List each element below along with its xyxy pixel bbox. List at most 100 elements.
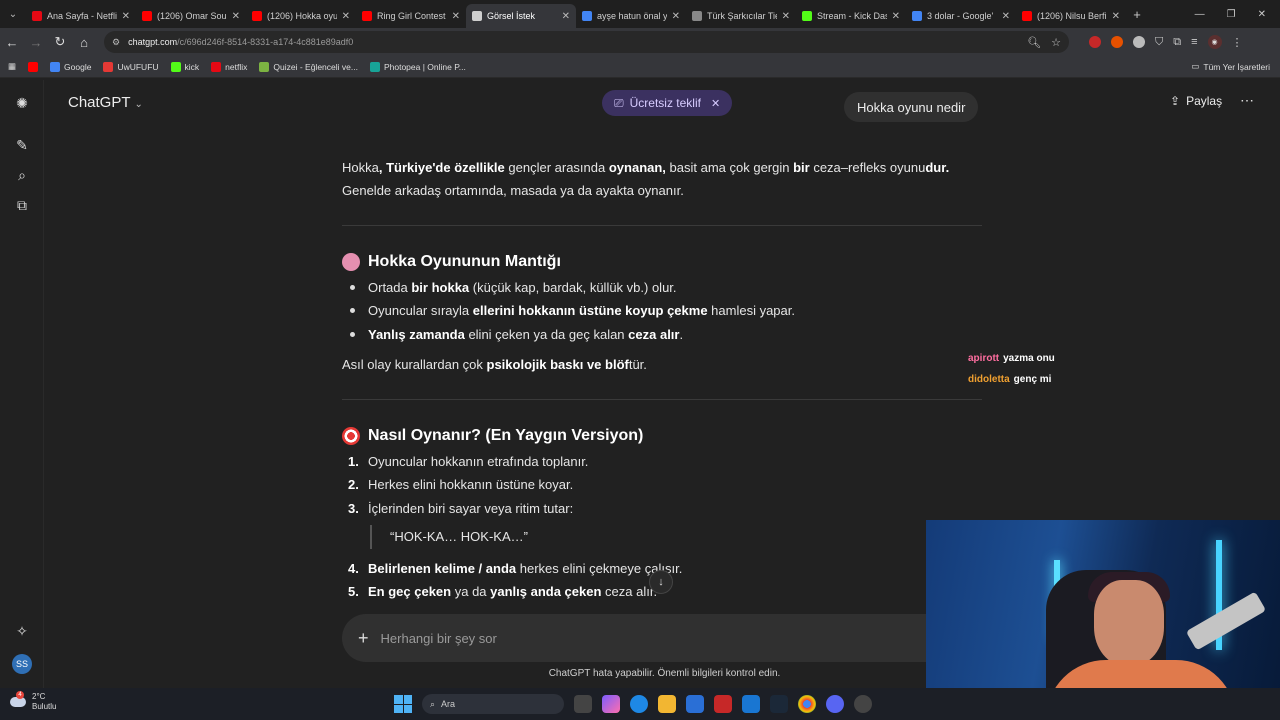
store-icon[interactable]: [686, 695, 704, 713]
bold-text: bir: [789, 160, 814, 175]
bold-text: ellerini hokkanın üstüne koyup çekme: [472, 303, 708, 318]
profile-avatar[interactable]: ◉: [1207, 35, 1222, 49]
address-bar[interactable]: ⚙ chatgpt.com/c/696d246f-8514-8331-a174-…: [104, 31, 1069, 53]
tab-close-icon[interactable]: ✕: [342, 11, 350, 22]
chevron-down-icon: ⌄: [134, 99, 143, 110]
browser-tab[interactable]: (1206) Hokka oyu ✕: [246, 4, 356, 28]
browser-tab[interactable]: Ring Girl Contest ✕: [356, 4, 466, 28]
library-icon[interactable]: ⧉: [13, 196, 31, 214]
browser-tab[interactable]: 3 dolar - Google' ✕: [906, 4, 1016, 28]
user-avatar[interactable]: SS: [12, 654, 32, 674]
tab-close-icon[interactable]: ✕: [782, 11, 790, 22]
edge-icon[interactable]: [630, 695, 648, 713]
browser-tab[interactable]: Stream - Kick Das ✕: [796, 4, 906, 28]
tab-close-icon[interactable]: ✕: [452, 11, 460, 22]
extension-icon[interactable]: [1111, 36, 1123, 48]
tab-close-icon[interactable]: ✕: [562, 11, 570, 22]
close-icon[interactable]: ✕: [711, 97, 720, 110]
bullet-icon: [350, 308, 355, 313]
bookmark-favicon-icon: [50, 61, 61, 72]
section-outro: Asıl olay kurallardan çok psikolojik bas…: [342, 353, 987, 376]
weather-badge: 4: [16, 691, 24, 699]
bookmark-item[interactable]: netflix: [211, 61, 247, 72]
model-selector[interactable]: ChatGPT ⌄: [68, 94, 143, 111]
free-offer-badge[interactable]: ⎚ Ücretsiz teklif ✕: [602, 90, 733, 116]
text-run: ceza alır.: [601, 584, 658, 599]
bookmark-item[interactable]: kick: [170, 61, 199, 72]
steam-icon[interactable]: [770, 695, 788, 713]
bookmark-item[interactable]: Google: [50, 61, 91, 72]
text-run: ya da: [451, 584, 491, 599]
browser-tab[interactable]: (1206) Nilsu Berfi ✕: [1016, 4, 1126, 28]
windows-start-icon[interactable]: [394, 695, 412, 713]
chrome-icon[interactable]: [798, 695, 816, 713]
openai-logo-icon[interactable]: ✺: [13, 94, 31, 112]
home-icon[interactable]: ⌂: [72, 35, 96, 50]
menu-icon[interactable]: ⋮: [1232, 36, 1243, 49]
taskbar-search-label: Ara: [441, 699, 456, 709]
divider: [342, 225, 982, 226]
bookmark-item[interactable]: Quizei - Eğlenceli ve...: [259, 61, 358, 72]
new-tab-button[interactable]: +: [1126, 7, 1148, 22]
intro-line-2: Genelde arkadaş ortamında, masada ya da …: [342, 183, 684, 198]
text-run: .: [679, 327, 684, 342]
tab-close-icon[interactable]: ✕: [672, 11, 680, 22]
bookmark-star-icon[interactable]: ☆: [1051, 36, 1061, 49]
extension-icon[interactable]: [1133, 36, 1145, 48]
tab-close-icon[interactable]: ✕: [892, 11, 900, 22]
plus-icon[interactable]: +: [358, 628, 369, 649]
shield-icon[interactable]: ⛉: [1155, 36, 1163, 49]
browser-tab[interactable]: Görsel İstek ✕: [466, 4, 576, 28]
scroll-down-button[interactable]: ↓: [649, 570, 673, 594]
app-icon[interactable]: [714, 695, 732, 713]
prompt-input[interactable]: [380, 630, 971, 646]
tab-close-icon[interactable]: ✕: [1002, 11, 1010, 22]
obs-icon[interactable]: [854, 695, 872, 713]
site-info-icon[interactable]: ⚙: [112, 37, 120, 48]
tab-title: 3 dolar - Google': [927, 11, 994, 21]
all-bookmarks[interactable]: ▭ Tüm Yer İşaretleri: [1191, 61, 1280, 72]
browser-tab[interactable]: ayşe hatun önal y ✕: [576, 4, 686, 28]
tab-close-icon[interactable]: ✕: [122, 11, 130, 22]
browser-tab[interactable]: (1206) Omar Soul ✕: [136, 4, 246, 28]
file-explorer-icon[interactable]: [658, 695, 676, 713]
restore-button[interactable]: ❐: [1227, 9, 1236, 20]
minimize-button[interactable]: —: [1195, 9, 1205, 20]
browser-tab[interactable]: Türk Şarkıcılar Tie ✕: [686, 4, 796, 28]
taskbar-search[interactable]: ⌕ Ara: [422, 694, 564, 714]
puzzle-icon[interactable]: ⧉: [1173, 36, 1181, 49]
extension-icon[interactable]: [1089, 36, 1101, 48]
bookmark-label: Photopea | Online P...: [383, 61, 466, 72]
task-view-icon[interactable]: [574, 695, 592, 713]
zoom-icon[interactable]: 🔍︎: [1027, 36, 1041, 49]
cloud-icon: 4: [10, 691, 26, 707]
list-item: 1. Oyuncular hokkanın etrafında toplanır.: [348, 450, 988, 473]
apps-icon[interactable]: ▦: [8, 61, 16, 72]
bold-text: oynanan,: [605, 160, 670, 175]
media-icon[interactable]: ≡: [1191, 36, 1197, 48]
bookmark-item[interactable]: Photopea | Online P...: [369, 61, 466, 72]
back-icon[interactable]: ←: [0, 35, 24, 50]
close-window-button[interactable]: ✕: [1258, 9, 1266, 20]
tab-close-icon[interactable]: ✕: [1112, 11, 1120, 22]
weather-widget[interactable]: 4 2°C Bulutlu: [10, 691, 56, 712]
bookmark-item[interactable]: UwUFUFU: [103, 61, 159, 72]
tab-search-button[interactable]: ⌄: [0, 4, 26, 24]
bold-text: Yanlış zamanda: [368, 327, 465, 342]
mail-icon[interactable]: [742, 695, 760, 713]
share-button[interactable]: ⇪ Paylaş: [1170, 94, 1222, 108]
tab-favicon-icon: [472, 11, 482, 21]
discord-icon[interactable]: [826, 695, 844, 713]
copilot-icon[interactable]: [602, 695, 620, 713]
search-icon[interactable]: ⌕: [13, 166, 31, 184]
reload-icon[interactable]: ↻: [48, 34, 72, 50]
tab-favicon-icon: [912, 11, 922, 21]
tab-close-icon[interactable]: ✕: [232, 11, 240, 22]
window-controls: — ❐ ✕: [1195, 9, 1280, 20]
bookmark-item[interactable]: [28, 61, 39, 72]
more-options-icon[interactable]: ⋯: [1240, 92, 1254, 109]
browser-tab[interactable]: Ana Sayfa - Netflix ✕: [26, 4, 136, 28]
sparkle-icon[interactable]: ✧: [13, 622, 31, 640]
forward-icon[interactable]: →: [24, 35, 48, 50]
new-chat-icon[interactable]: ✎: [13, 136, 31, 154]
